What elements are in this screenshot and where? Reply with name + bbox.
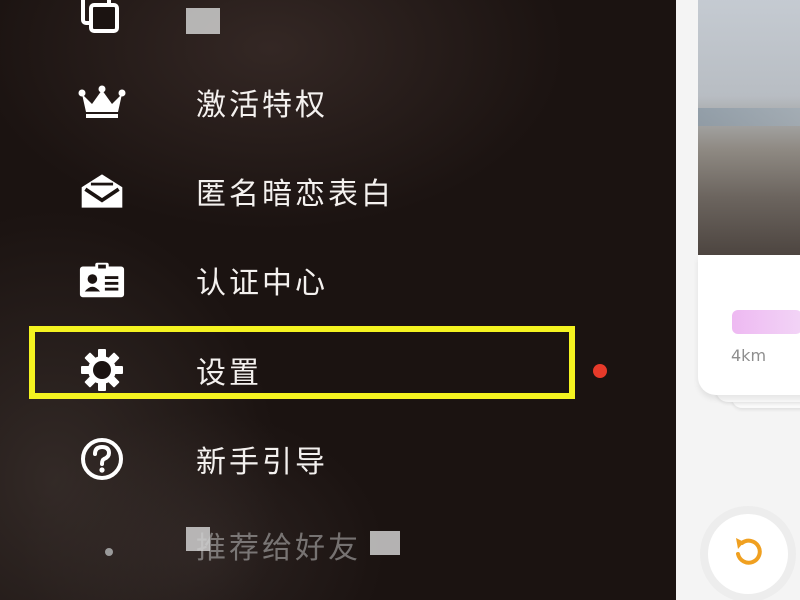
drawer-item-label: 认证中心 (196, 266, 328, 301)
navigation-drawer: 激活特权 匿名暗恋表白 认证中心 设置 新手引导 推荐给好友 (0, 0, 676, 600)
drawer-item-label: 激活特权 (196, 88, 328, 123)
refresh-button[interactable] (708, 514, 788, 594)
profile-tag (732, 310, 800, 334)
drawer-item-anonymous-confession[interactable]: 匿名暗恋表白 (0, 151, 600, 231)
notification-dot (593, 364, 607, 378)
drawer-item-verification-center[interactable]: 认证中心 (0, 240, 600, 320)
drawer-item-label: 新手引导 (196, 445, 328, 480)
main-content-peek: 4km (676, 0, 800, 600)
id-card-icon (78, 256, 126, 304)
drawer-item-top[interactable] (0, 0, 600, 58)
copy-icon (78, 0, 126, 42)
pixelated-text (186, 8, 220, 34)
drawer-item-label: 推荐给好友 (196, 531, 361, 566)
drawer-item-recommend-friends[interactable]: 推荐给好友 (0, 505, 600, 585)
help-circle-icon (78, 435, 126, 483)
profile-photo[interactable] (698, 0, 800, 255)
drawer-item-beginner-guide[interactable]: 新手引导 (0, 419, 600, 499)
envelope-icon (78, 167, 126, 215)
photo-detail (698, 108, 800, 126)
drawer-item-activate-privilege[interactable]: 激活特权 (0, 62, 600, 142)
distance-text: 4km (731, 346, 767, 365)
pixelated-text (186, 527, 210, 551)
refresh-icon (728, 532, 768, 576)
settings-highlight-box (29, 326, 575, 399)
crown-icon (78, 78, 126, 126)
share-icon (78, 521, 126, 569)
drawer-item-label: 匿名暗恋表白 (196, 177, 394, 212)
pixelated-text (370, 531, 400, 555)
